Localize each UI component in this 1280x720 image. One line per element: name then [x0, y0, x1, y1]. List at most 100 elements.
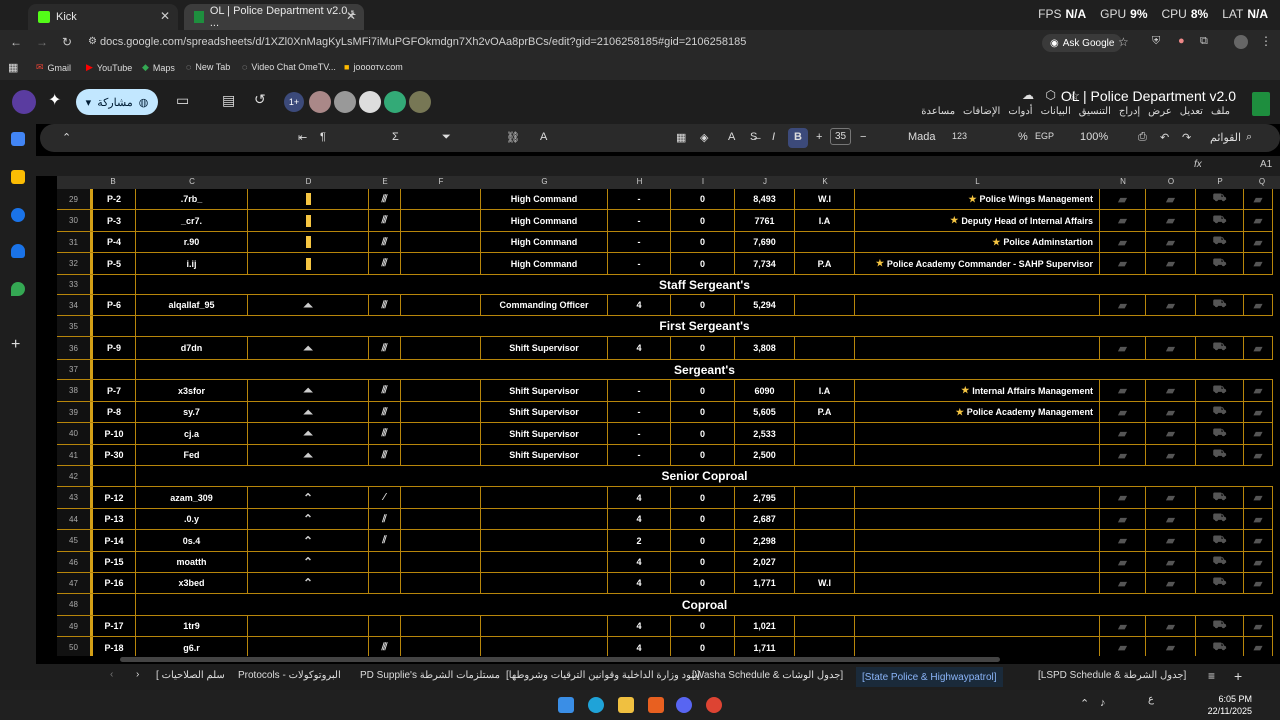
table-row[interactable]: 29 P-2.7rb_ ⫻ High Command -0 8,493 W.I ★ Police…	[57, 189, 1273, 210]
cell-b[interactable]: P-2	[93, 189, 136, 209]
cell-h[interactable]: -	[608, 253, 671, 274]
bookmark-new-tab[interactable]: ◌ New Tab	[186, 62, 230, 72]
col-header-p[interactable]: P	[1196, 177, 1244, 186]
col-header-e[interactable]: E	[369, 177, 401, 186]
table-row[interactable]: 44 P-13.0.y ⌃ ⫽ 4 0 2,687 ▰ ▰ ⛟ ▰	[57, 509, 1273, 530]
font-size-input[interactable]: 35	[830, 128, 852, 145]
cell-i[interactable]: 0	[671, 530, 735, 551]
row-number[interactable]: 48	[57, 594, 90, 615]
menu-file[interactable]: ملف	[1211, 106, 1230, 117]
cell-d[interactable]: ⌃	[248, 552, 369, 572]
cell-i[interactable]: 0	[671, 402, 735, 422]
cell-b[interactable]	[93, 466, 136, 486]
row-number[interactable]: 33	[57, 275, 90, 294]
cell-j[interactable]: 2,298	[735, 530, 795, 551]
cell-q[interactable]: ▰	[1244, 509, 1273, 529]
menu-extensions[interactable]: الإضافات	[963, 106, 1000, 117]
menus-search[interactable]: القوائم	[1210, 131, 1241, 144]
cell-h[interactable]: -	[608, 232, 671, 252]
col-header-o[interactable]: O	[1146, 177, 1196, 186]
back-icon[interactable]: ←	[10, 35, 22, 49]
cell-q[interactable]: ▰	[1244, 552, 1273, 572]
cell-d[interactable]	[248, 637, 369, 656]
cell-l[interactable]: ★ Police Adminstartion	[855, 232, 1100, 252]
cell-d[interactable]: ⌃	[248, 487, 369, 508]
strikethrough-icon[interactable]: S̶	[750, 131, 757, 143]
cell-f[interactable]	[401, 253, 481, 274]
bold-icon[interactable]: B	[788, 128, 808, 148]
font-select[interactable]: Mada	[908, 131, 936, 143]
row-number[interactable]: 30	[57, 210, 90, 231]
cell-c[interactable]: Fed	[136, 445, 248, 465]
section-title[interactable]: Coproal	[136, 594, 1273, 615]
text-color-icon[interactable]: A	[540, 131, 547, 143]
cell-h[interactable]: 4	[608, 509, 671, 529]
avatar[interactable]	[409, 91, 431, 113]
chevron-up-icon[interactable]: ⌃	[62, 131, 71, 144]
cell-b[interactable]	[93, 316, 136, 336]
cell-h[interactable]: -	[608, 402, 671, 422]
sheet-tab-active[interactable]: [State Police & Highwaypatrol]	[856, 667, 1003, 687]
section-row[interactable]: 37 Sergeant's	[57, 360, 1273, 380]
cell-o[interactable]: ▰	[1146, 210, 1196, 231]
cell-e[interactable]: ⫻	[369, 402, 401, 422]
avatar[interactable]	[309, 91, 331, 113]
cell-b[interactable]: P-6	[93, 295, 136, 315]
row-number[interactable]: 49	[57, 616, 90, 636]
menu-icon[interactable]: ⋮	[1260, 34, 1272, 48]
link-icon[interactable]: ⛓	[506, 131, 520, 144]
cell-c[interactable]: .7rb_	[136, 189, 248, 209]
cell-k[interactable]	[795, 423, 855, 444]
cell-l[interactable]: ★ Police Academy Management	[855, 402, 1100, 422]
cell-i[interactable]: 0	[671, 295, 735, 315]
cell-q[interactable]: ▰	[1244, 637, 1273, 656]
row-number[interactable]: 32	[57, 253, 90, 274]
section-row[interactable]: 48 Coproal	[57, 594, 1273, 616]
cell-n[interactable]: ▰	[1100, 380, 1146, 401]
undo-icon[interactable]: ↶	[1160, 131, 1169, 144]
cell-o[interactable]: ▰	[1146, 487, 1196, 508]
bookmark-gmail[interactable]: ✉ Gmail	[36, 62, 71, 73]
sheet-grid[interactable]: 29 P-2.7rb_ ⫻ High Command -0 8,493 W.I ★ Police…	[57, 189, 1273, 656]
cell-l[interactable]	[855, 573, 1100, 593]
cell-b[interactable]: P-14	[93, 530, 136, 551]
cell-j[interactable]: 2,687	[735, 509, 795, 529]
cell-f[interactable]	[401, 189, 481, 209]
table-row[interactable]: 38 P-7 x3sfor ⏶ ⫻ Shift Supervisor -0 6090 I.A ★ I…	[57, 380, 1273, 402]
sparkle-icon[interactable]: ✦	[48, 90, 61, 110]
cell-c[interactable]: moatth	[136, 552, 248, 572]
row-number[interactable]: 40	[57, 423, 90, 444]
cell-g[interactable]: Shift Supervisor	[481, 445, 608, 465]
col-header-q[interactable]: Q	[1244, 177, 1280, 186]
table-row[interactable]: 34 P-6 alqallaf_95 ⏶ ⫻ Commanding Officer 4 0 5,…	[57, 295, 1273, 316]
cell-o[interactable]: ▰	[1146, 445, 1196, 465]
cell-p[interactable]: ⛟	[1196, 402, 1244, 422]
bookmark-joootv[interactable]: ■ joooотv.com	[344, 62, 403, 72]
cell-l[interactable]	[855, 509, 1100, 529]
cell-h[interactable]: 4	[608, 337, 671, 359]
browser-tab-sheets[interactable]: OL | Police Department v2.0 - ... ✕	[184, 4, 364, 30]
menu-insert[interactable]: إدراج	[1119, 106, 1140, 117]
col-header-i[interactable]: I	[671, 177, 735, 186]
cell-h[interactable]: -	[608, 189, 671, 209]
cell-q[interactable]: ▰	[1244, 616, 1273, 636]
cell-g[interactable]	[481, 487, 608, 508]
cell-l[interactable]: ★ Internal Affairs Management	[855, 380, 1100, 401]
section-row[interactable]: 33 Staff Sergeant's	[57, 275, 1273, 295]
cell-k[interactable]: W.I	[795, 573, 855, 593]
speaker-icon[interactable]: ♪	[1100, 697, 1106, 709]
cell-d[interactable]: ⏶	[248, 423, 369, 444]
cell-b[interactable]: P-30	[93, 445, 136, 465]
shield-icon[interactable]: ⛨	[1152, 35, 1160, 48]
currency-format[interactable]: EGP	[1035, 131, 1054, 141]
cell-o[interactable]: ▰	[1146, 530, 1196, 551]
cell-o[interactable]: ▰	[1146, 509, 1196, 529]
table-row[interactable]: 36 P-9 d7dn ⏶ ⫻ Shift Supervisor 4 0 3,808 ▰ ▰ ⛟ ▰	[57, 337, 1273, 360]
sheets-logo-icon[interactable]	[1252, 92, 1270, 116]
row-number[interactable]: 42	[57, 466, 90, 486]
cell-j[interactable]: 2,500	[735, 445, 795, 465]
section-title[interactable]: Senior Coproal	[136, 466, 1273, 486]
cell-p[interactable]: ⛟	[1196, 637, 1244, 656]
cell-o[interactable]: ▰	[1146, 616, 1196, 636]
cell-g[interactable]: High Command	[481, 189, 608, 209]
